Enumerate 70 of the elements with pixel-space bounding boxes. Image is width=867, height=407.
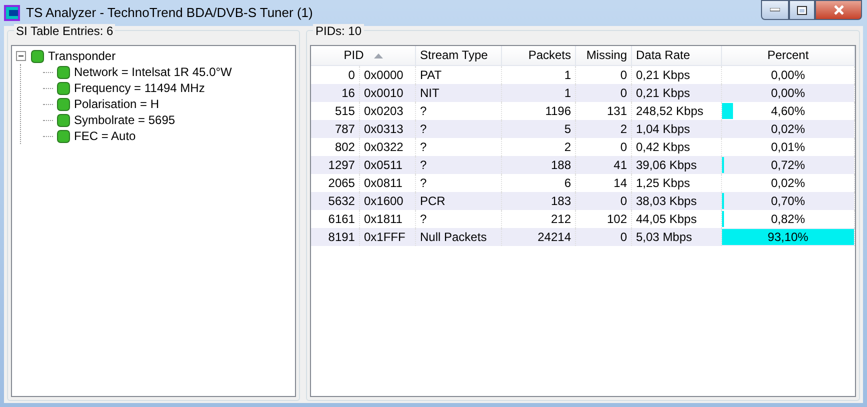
table-cell: ? (416, 120, 502, 138)
table-cell: 0,72% (770, 158, 806, 172)
table-cell: 39,06 Kbps (632, 156, 722, 174)
table-cell: 38,03 Kbps (632, 192, 722, 210)
table-cell: 0,00% (770, 68, 806, 82)
table-cell: 1 (502, 84, 576, 102)
tree-item[interactable]: FEC = Auto (74, 127, 136, 145)
table-cell: 0x1600 (359, 192, 416, 210)
table-cell: 5 (502, 120, 576, 138)
column-header[interactable]: Missing (576, 46, 632, 65)
tree-item[interactable]: Polarisation = H (74, 95, 160, 113)
minimize-icon (770, 8, 780, 12)
table-cell: 0 (576, 84, 632, 102)
column-header[interactable]: Data Rate (632, 46, 722, 65)
sort-arrow-icon (374, 53, 383, 60)
maximize-button[interactable] (789, 0, 815, 20)
tree-item[interactable]: Symbolrate = 5695 (74, 111, 176, 129)
node-icon (57, 82, 70, 94)
tree-item[interactable]: Frequency = 11494 MHz (74, 79, 205, 97)
table-cell: 183 (502, 192, 576, 210)
window-title: TS Analyzer - TechnoTrend BDA/DVB-S Tuner (1) (26, 4, 314, 22)
tree-item[interactable]: Network = Intelsat 1R 45.0°W (74, 63, 232, 81)
table-cell: NIT (416, 84, 502, 102)
table-cell: PCR (416, 192, 502, 210)
table-cell: 787 (311, 120, 360, 138)
maximize-icon (797, 6, 807, 14)
table-cell: 24214 (502, 228, 576, 246)
table-cell: 0,02% (770, 176, 806, 190)
table-cell: 188 (502, 156, 576, 174)
group-title: PIDs: 10 (313, 24, 364, 38)
table-cell: 0x0010 (359, 84, 416, 102)
table-cell: 93,10% (768, 230, 808, 244)
table-cell: 5,03 Mbps (632, 228, 722, 246)
table-cell: 1297 (311, 156, 360, 174)
table-cell: 0x0511 (359, 156, 416, 174)
group-title: SI Table Entries: 6 (14, 24, 116, 38)
collapse-icon[interactable] (16, 50, 27, 62)
table-cell: 0,21 Kbps (632, 84, 722, 102)
table-cell: 0x0313 (359, 120, 416, 138)
column-header[interactable]: Packets (502, 46, 576, 65)
table-cell: 0 (576, 192, 632, 210)
tree-item[interactable]: Transponder (48, 47, 116, 65)
column-header[interactable]: Percent (722, 46, 854, 65)
table-cell: 0 (576, 228, 632, 246)
table-cell: 5632 (311, 192, 360, 210)
node-icon (57, 130, 70, 142)
node-icon (31, 50, 44, 62)
node-icon (57, 66, 70, 78)
table-cell: 0,00% (770, 86, 806, 100)
node-icon (57, 114, 70, 126)
table-cell: 41 (576, 156, 632, 174)
table-cell: Null Packets (416, 228, 502, 246)
column-header[interactable]: PID (311, 46, 416, 65)
node-icon (57, 98, 70, 110)
table-cell: 0,70% (770, 194, 806, 208)
table-cell: 16 (311, 84, 360, 102)
table-cell: 1,04 Kbps (632, 120, 722, 138)
table-cell: 0x1FFF (359, 228, 416, 246)
table-cell: 4,60% (770, 104, 806, 118)
column-header[interactable]: Stream Type (416, 46, 502, 65)
minimize-button[interactable] (761, 0, 789, 20)
table-cell: 0,82% (770, 212, 806, 226)
table-cell: 2 (576, 120, 632, 138)
table-cell: 0,02% (770, 122, 806, 136)
table-cell: 0,01% (770, 140, 806, 154)
close-icon (832, 5, 844, 15)
table-cell: 8191 (311, 228, 360, 246)
table-cell: ? (416, 156, 502, 174)
close-button[interactable] (815, 0, 862, 20)
app-icon (4, 5, 20, 21)
